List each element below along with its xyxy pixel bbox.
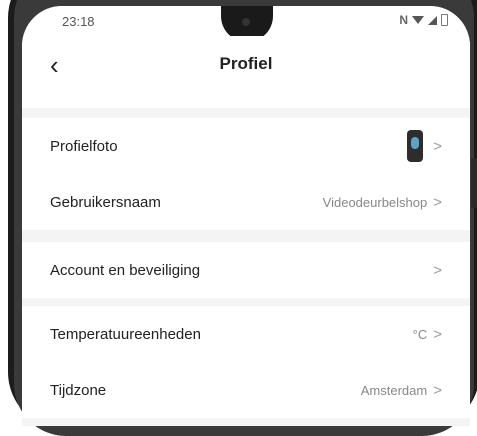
page-title: Profiel [219,54,273,73]
screen: 23:18 N ‹ Profiel Profielfoto > Gebruike… [22,6,470,426]
row-profielfoto[interactable]: Profielfoto > [22,118,470,174]
row-value: Amsterdam [360,382,428,398]
profile-section: Profielfoto > Gebruikersnaam Videodeurbe… [22,118,470,230]
header: ‹ Profiel [22,36,470,108]
settings-section: Temperatuureenheden °C > Tijdzone Amster… [22,306,470,418]
status-bar: 23:18 N [22,6,470,42]
row-label: Temperatuureenheden [50,325,201,343]
chevron-right-icon: > [433,193,442,211]
row-label: Tijdzone [50,381,107,399]
row-account-beveiliging[interactable]: Account en beveiliging > [22,242,470,298]
status-icons: N [399,13,448,27]
battery-icon [441,14,448,26]
row-tijdzone[interactable]: Tijdzone Amsterdam > [22,362,470,418]
status-time: 23:18 [62,14,95,29]
row-gebruikersnaam[interactable]: Gebruikersnaam Videodeurbelshop > [22,174,470,230]
row-label: Gebruikersnaam [50,193,161,211]
wifi-icon [412,16,424,24]
account-section: Account en beveiliging > [22,242,470,298]
phone-side-button [471,158,477,208]
row-value: °C [412,326,428,342]
avatar [407,130,424,162]
chevron-right-icon: > [433,261,442,279]
chevron-right-icon: > [433,381,442,399]
chevron-right-icon: > [433,137,442,155]
signal-icon [428,15,437,25]
nfc-icon: N [399,13,408,27]
row-label: Account en beveiliging [50,261,201,279]
row-temperatuureenheden[interactable]: Temperatuureenheden °C > [22,306,470,362]
chevron-right-icon: > [433,325,442,343]
camera-icon [242,18,250,26]
row-label: Profielfoto [50,137,118,155]
row-value: Videodeurbelshop [322,194,428,210]
